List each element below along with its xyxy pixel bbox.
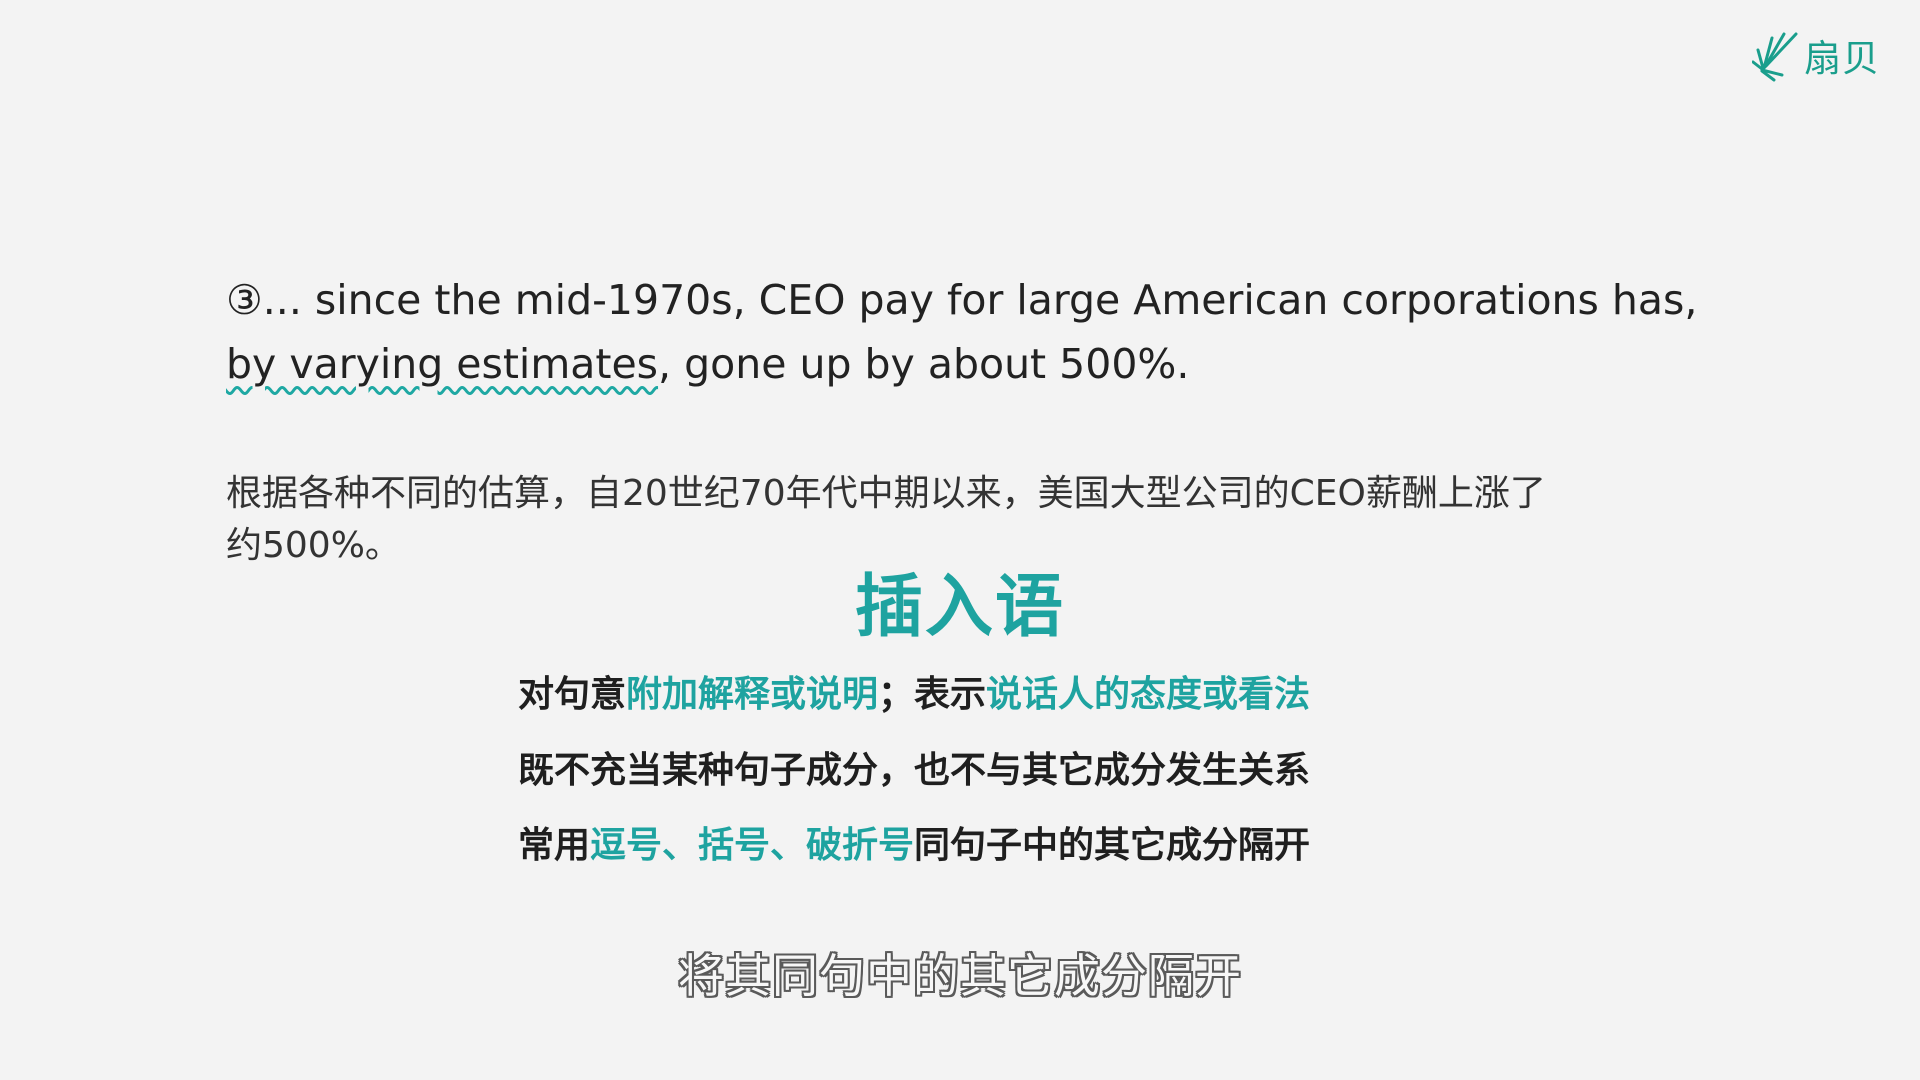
definition-1-text-a: 对句意: [518, 674, 627, 715]
definition-3-highlight: 逗号、括号、破折号: [590, 825, 915, 866]
concept-title: 插入语: [854, 568, 1065, 647]
definition-line-2: 既不充当某种句子成分，也不与其它成分发生关系: [518, 750, 1311, 791]
definition-1-highlight-b: 说话人的态度或看法: [986, 674, 1311, 715]
example-line-2: by varying estimates, gone up by about 5…: [226, 332, 1726, 396]
brand-logo: 扇贝: [1752, 28, 1880, 82]
fan-rays-icon: [1752, 32, 1798, 82]
example-line-1: ③... since the mid-1970s, CEO pay for la…: [226, 276, 1698, 324]
translation-line-1: 根据各种不同的估算，自20世纪70年代中期以来，美国大型公司的CEO薪酬上涨了: [226, 473, 1546, 514]
parenthetical-phrase: by varying estimates: [226, 340, 659, 388]
brand-name: 扇贝: [1804, 37, 1880, 80]
definition-line-1: 对句意附加解释或说明；表示说话人的态度或看法: [518, 670, 1310, 720]
definition-line-3: 常用逗号、括号、破折号同句子中的其它成分隔开: [518, 821, 1310, 871]
chinese-translation: 根据各种不同的估算，自20世纪70年代中期以来，美国大型公司的CEO薪酬上涨了 …: [226, 468, 1726, 572]
definition-3-text-a: 常用: [518, 825, 591, 866]
translation-line-2: 约500%。: [226, 525, 401, 566]
definition-3-text-b: 同句子中的其它成分隔开: [914, 825, 1311, 866]
example-sentence: ③... since the mid-1970s, CEO pay for la…: [226, 268, 1726, 396]
example-line-2-rest: , gone up by about 500%.: [658, 340, 1190, 388]
video-subtitle: 将其同句中的其它成分隔开: [678, 949, 1242, 1003]
definition-1-text-b: ；表示: [878, 674, 987, 715]
definition-1-highlight-a: 附加解释或说明: [626, 674, 879, 715]
